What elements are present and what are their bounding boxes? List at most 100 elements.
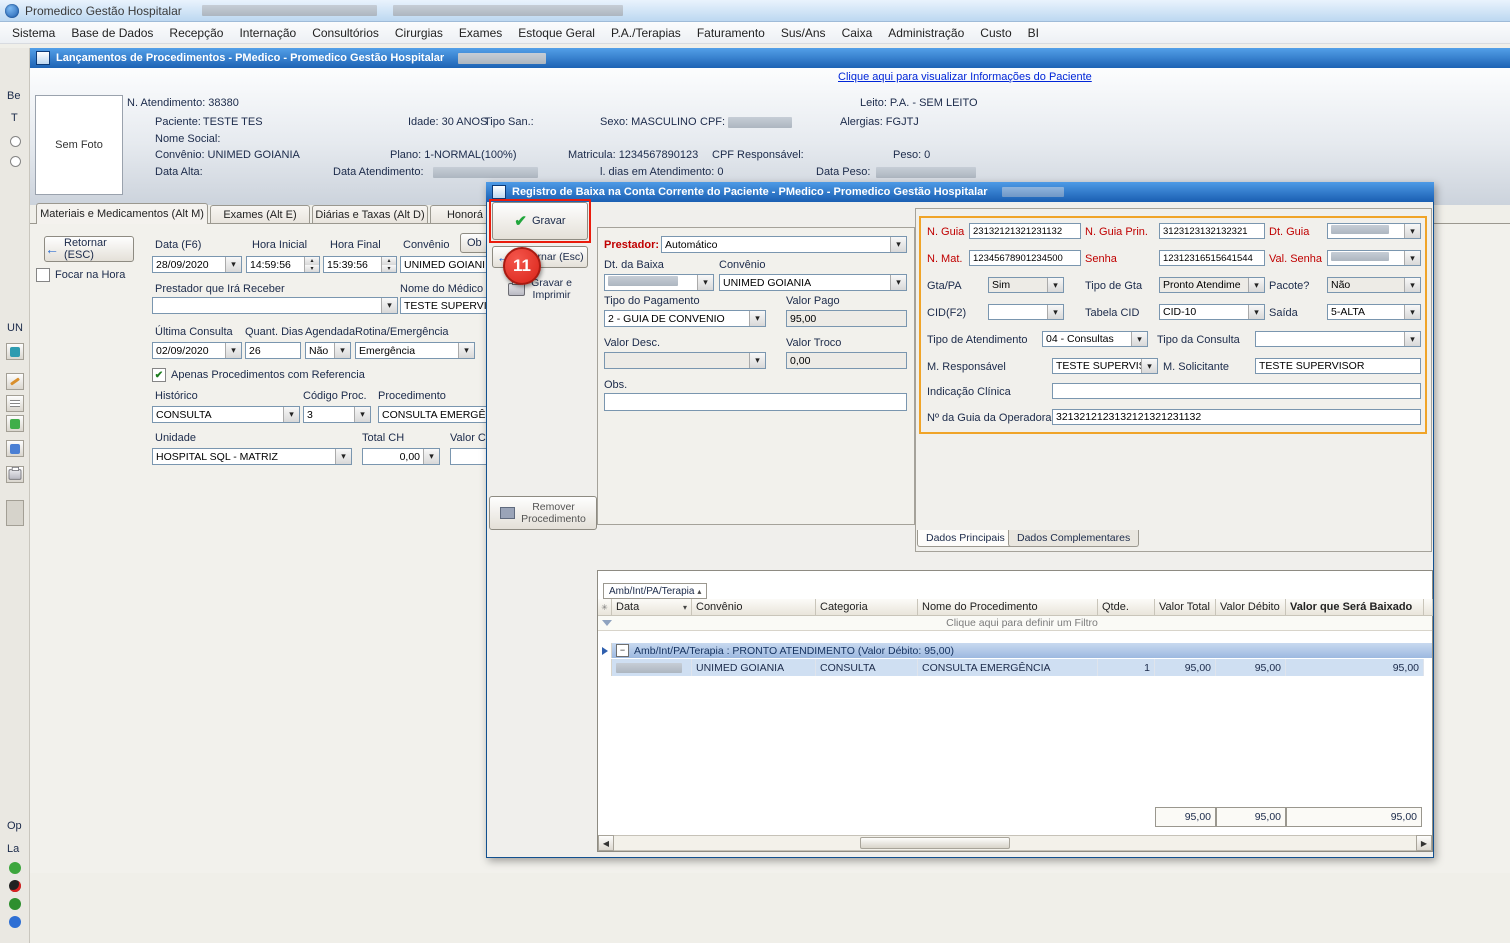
cell-qtde[interactable]: 1 — [1098, 659, 1155, 676]
scroll-left-button[interactable]: ◀ — [598, 835, 614, 851]
chevron-down-icon[interactable] — [890, 237, 906, 252]
agendada-combo[interactable]: Não — [305, 342, 351, 359]
menu-sistema[interactable]: Sistema — [4, 24, 63, 42]
group-by-box[interactable]: Amb/Int/PA/Terapia — [603, 583, 707, 599]
chevron-down-icon[interactable] — [890, 275, 906, 290]
recycle-icon[interactable] — [9, 898, 21, 910]
ultima-consulta-combo[interactable]: 02/09/2020 — [152, 342, 242, 359]
menu-base-de-dados[interactable]: Base de Dados — [63, 24, 161, 42]
chevron-down-icon[interactable] — [334, 343, 350, 358]
menu-bi[interactable]: BI — [1020, 24, 1047, 42]
chevron-down-icon[interactable] — [458, 343, 474, 358]
menu-faturamento[interactable]: Faturamento — [689, 24, 773, 42]
focar-na-hora-checkbox[interactable]: Focar na Hora — [36, 268, 125, 282]
col-header-convenio[interactable]: Convênio — [692, 599, 816, 616]
menu-recepcao[interactable]: Recepção — [161, 24, 231, 42]
menu-internacao[interactable]: Internação — [231, 24, 304, 42]
wave-icon[interactable] — [9, 916, 21, 928]
chevron-down-icon[interactable] — [381, 298, 397, 313]
chevron-down-icon[interactable] — [225, 257, 241, 272]
tipo-pagamento-combo[interactable]: 2 - GUIA DE CONVENIO — [604, 310, 766, 327]
power-icon[interactable] — [9, 880, 21, 892]
menu-sus-ans[interactable]: Sus/Ans — [773, 24, 834, 42]
menu-caixa[interactable]: Caixa — [834, 24, 881, 42]
chart-icon[interactable] — [6, 440, 24, 457]
gravar-imprimir-button[interactable]: Gravar eImprimir — [492, 274, 588, 304]
chevron-down-icon[interactable] — [335, 449, 351, 464]
gravar-button[interactable]: Gravar — [492, 202, 588, 240]
col-header-qtde[interactable]: Qtde. — [1098, 599, 1155, 616]
dt-baixa-combo[interactable] — [604, 274, 714, 291]
list-icon[interactable] — [6, 395, 24, 412]
sidebar-label-t[interactable]: T — [11, 112, 18, 124]
filter-icon[interactable] — [602, 620, 612, 626]
chevron-down-icon[interactable] — [749, 311, 765, 326]
col-header-data[interactable]: Data — [612, 599, 692, 616]
tab-materiais-medicamentos[interactable]: Materiais e Medicamentos (Alt M) — [36, 203, 208, 224]
cell-valor-total[interactable]: 95,00 — [1155, 659, 1216, 676]
collapse-icon[interactable] — [616, 644, 629, 657]
col-header-valor-total[interactable]: Valor Total — [1155, 599, 1216, 616]
unidade-combo[interactable]: HOSPITAL SQL - MATRIZ — [152, 448, 352, 465]
plant-icon[interactable] — [9, 862, 21, 874]
filter-hint[interactable]: Clique aqui para definir um Filtro — [612, 617, 1432, 629]
obs-input[interactable] — [604, 393, 907, 411]
sidebar-label-la[interactable]: La — [7, 843, 19, 855]
sidebar-label-op[interactable]: Op — [7, 820, 22, 832]
grid-hscrollbar[interactable] — [598, 835, 1432, 851]
total-ch-combo[interactable]: 0,00 — [362, 448, 440, 465]
panel-handle[interactable] — [6, 500, 24, 526]
hora-inicial-spinner[interactable]: 14:59:56 — [246, 256, 320, 273]
data-f6-combo[interactable]: 28/09/2020 — [152, 256, 242, 273]
tools-icon[interactable] — [6, 343, 24, 360]
cell-convenio[interactable]: UNIMED GOIANIA — [692, 659, 816, 676]
sidebar-radio-1[interactable] — [10, 136, 21, 147]
menu-custo[interactable]: Custo — [972, 24, 1019, 42]
col-header-procedimento[interactable]: Nome do Procedimento — [918, 599, 1098, 616]
sidebar-label-un[interactable]: UN — [7, 322, 23, 334]
cell-valor-debito[interactable]: 95,00 — [1216, 659, 1286, 676]
spinner-arrows-icon[interactable] — [381, 257, 396, 272]
apenas-referencia-checkbox[interactable]: Apenas Procedimentos com Referencia — [152, 368, 365, 382]
refresh-icon[interactable] — [6, 415, 24, 432]
pencil-icon[interactable] — [6, 373, 24, 390]
chevron-down-icon[interactable] — [354, 407, 370, 422]
print-icon[interactable] — [6, 466, 24, 483]
scroll-thumb[interactable] — [860, 837, 1010, 849]
col-header-valor-debito[interactable]: Valor Débito — [1216, 599, 1286, 616]
chevron-down-icon[interactable] — [697, 275, 713, 290]
col-header-valor-baixado[interactable]: Valor que Será Baixado — [1286, 599, 1424, 616]
sidebar-label-be[interactable]: Be — [7, 90, 20, 102]
tab-diarias-taxas[interactable]: Diárias e Taxas (Alt D) — [312, 205, 428, 224]
grid-group-row[interactable]: Amb/Int/PA/Terapia : PRONTO ATENDIMENTO … — [612, 643, 1432, 658]
quant-dias-field[interactable]: 26 — [245, 342, 301, 359]
grid-filter-row[interactable]: Clique aqui para definir um Filtro — [598, 616, 1432, 631]
chevron-down-icon[interactable] — [423, 449, 439, 464]
menu-cirurgias[interactable]: Cirurgias — [387, 24, 451, 42]
cell-categoria[interactable]: CONSULTA — [816, 659, 918, 676]
tab-exames[interactable]: Exames (Alt E) — [210, 205, 310, 224]
menu-pa-terapias[interactable]: P.A./Terapias — [603, 24, 689, 42]
codigo-proc-combo[interactable]: 3 — [303, 406, 371, 423]
chevron-down-icon[interactable] — [225, 343, 241, 358]
retornar-esc-button[interactable]: Retornar (ESC) — [44, 236, 134, 262]
menu-consultorios[interactable]: Consultórios — [304, 24, 387, 42]
remover-procedimento-button[interactable]: RemoverProcedimento — [489, 496, 597, 530]
menu-estoque-geral[interactable]: Estoque Geral — [510, 24, 603, 42]
sort-filter-icon[interactable] — [680, 601, 687, 613]
chevron-down-icon[interactable] — [283, 407, 299, 422]
historico-combo[interactable]: CONSULTA — [152, 406, 300, 423]
cell-data[interactable] — [612, 659, 692, 676]
prestador-combo[interactable]: Automático — [661, 236, 907, 253]
prestador-recebe-combo[interactable] — [152, 297, 398, 314]
cell-valor-baixado[interactable]: 95,00 — [1286, 659, 1424, 676]
sidebar-radio-2[interactable] — [10, 156, 21, 167]
col-header-categoria[interactable]: Categoria — [816, 599, 918, 616]
spinner-arrows-icon[interactable] — [304, 257, 319, 272]
scroll-right-button[interactable]: ▶ — [1416, 835, 1432, 851]
tab-dados-principais[interactable]: Dados Principais — [917, 530, 1014, 547]
rotina-emergencia-combo[interactable]: Emergência — [355, 342, 475, 359]
menu-administracao[interactable]: Administração — [880, 24, 972, 42]
menu-exames[interactable]: Exames — [451, 24, 510, 42]
patient-info-link[interactable]: Clique aqui para visualizar Informações … — [838, 71, 1092, 83]
